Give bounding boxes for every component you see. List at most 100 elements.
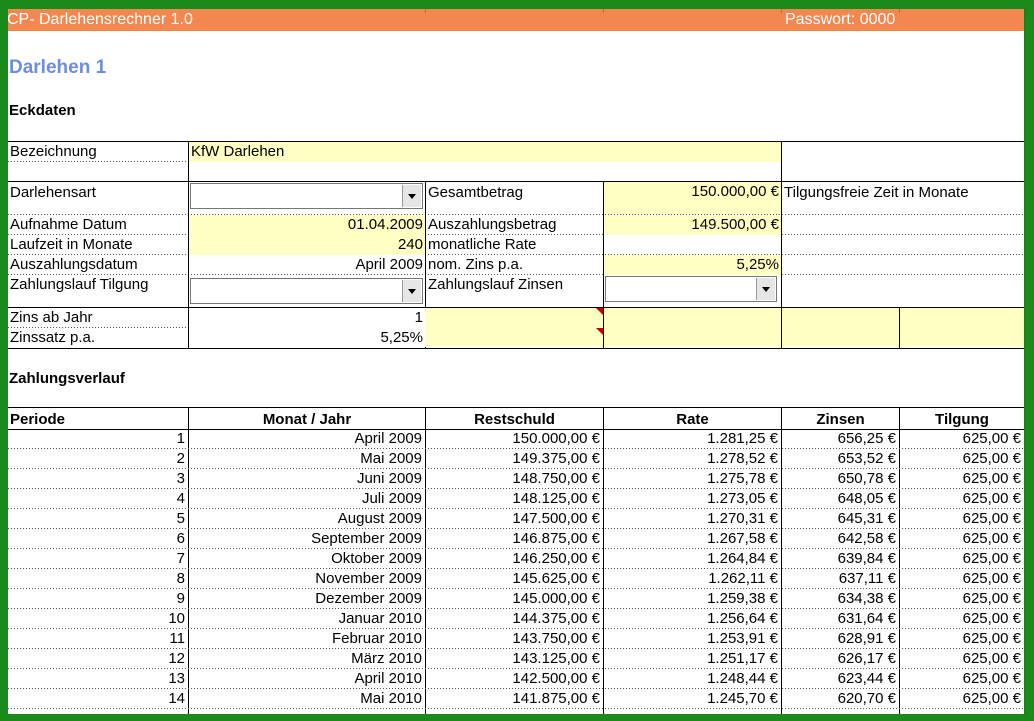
tilgung-cell[interactable]: 625,00 € [900,609,1024,629]
periode-cell[interactable]: 6 [8,529,188,549]
rate-cell[interactable]: 1.248,44 € [604,669,781,689]
rate-cell[interactable]: 1.267,58 € [604,529,781,549]
tilgung-cell[interactable]: 625,00 € [900,629,1024,649]
restschuld-cell[interactable]: 148.125,00 € [426,489,603,509]
rate-cell[interactable]: 1.264,84 € [604,549,781,569]
periode-cell[interactable]: 2 [8,449,188,469]
periode-cell[interactable]: 5 [8,509,188,529]
restschuld-cell[interactable]: 143.125,00 € [426,649,603,669]
zinssatz-value[interactable]: 5,25% [189,328,425,348]
rate-cell[interactable]: 1.253,91 € [604,629,781,649]
restschuld-cell[interactable]: 145.625,00 € [426,569,603,589]
zins-input-area[interactable] [782,308,899,347]
zinsen-cell[interactable]: 650,78 € [782,469,899,489]
restschuld-cell[interactable]: 143.750,00 € [426,629,603,649]
monat-jahr-cell[interactable]: April 2009 [189,429,425,449]
zahlungslauf-zinsen-dropdown[interactable] [605,276,777,302]
periode-cell[interactable]: 11 [8,629,188,649]
zinsen-cell[interactable]: 626,17 € [782,649,899,669]
rate-cell[interactable]: 1.256,64 € [604,609,781,629]
tilgung-cell[interactable]: 625,00 € [900,509,1024,529]
monat-jahr-cell[interactable]: September 2009 [189,529,425,549]
restschuld-cell[interactable]: 141.875,00 € [426,689,603,709]
periode-cell[interactable]: 1 [8,429,188,449]
rate-cell[interactable]: 1.259,38 € [604,589,781,609]
rate-cell[interactable]: 1.275,78 € [604,469,781,489]
periode-cell[interactable]: 3 [8,469,188,489]
rate-cell[interactable]: 1.262,11 € [604,569,781,589]
zinsen-cell[interactable]: 631,64 € [782,609,899,629]
tilgung-cell[interactable]: 625,00 € [900,649,1024,669]
restschuld-cell[interactable]: 142.500,00 € [426,669,603,689]
zahlungslauf-tilgung-dropdown[interactable] [190,278,423,304]
tilgung-cell[interactable]: 625,00 € [900,669,1024,689]
zinsen-cell[interactable]: 639,84 € [782,549,899,569]
zinsen-cell[interactable]: 648,05 € [782,489,899,509]
rate-cell[interactable]: 1.245,70 € [604,689,781,709]
monat-jahr-cell[interactable]: Juni 2009 [189,469,425,489]
zinsen-cell[interactable]: 634,38 € [782,589,899,609]
rate-cell[interactable]: 1.270,31 € [604,509,781,529]
zinsen-cell[interactable]: 653,52 € [782,449,899,469]
periode-cell[interactable]: 8 [8,569,188,589]
chevron-down-icon[interactable] [402,185,421,207]
zinsen-cell[interactable]: 620,70 € [782,689,899,709]
monat-jahr-cell[interactable]: Juli 2009 [189,489,425,509]
zinsen-cell[interactable]: 656,25 € [782,429,899,449]
auszahlungsbetrag-field[interactable]: 149.500,00 € [604,215,781,235]
darlehensart-dropdown[interactable] [190,183,423,209]
monat-jahr-cell[interactable]: November 2009 [189,569,425,589]
tilgung-cell[interactable]: 625,00 € [900,429,1024,449]
tilgung-cell[interactable]: 625,00 € [900,689,1024,709]
periode-cell[interactable]: 12 [8,649,188,669]
periode-cell[interactable]: 4 [8,489,188,509]
rate-cell[interactable]: 1.278,52 € [604,449,781,469]
restschuld-cell[interactable]: 149.375,00 € [426,449,603,469]
tilgung-cell[interactable]: 625,00 € [900,449,1024,469]
gesamtbetrag-field[interactable]: 150.000,00 € [604,182,781,214]
tilgung-cell[interactable]: 625,00 € [900,569,1024,589]
periode-cell[interactable]: 13 [8,669,188,689]
zinsen-cell[interactable]: 628,91 € [782,629,899,649]
chevron-down-icon[interactable] [402,280,421,302]
rate-cell[interactable]: 1.281,25 € [604,429,781,449]
nom-zins-field[interactable]: 5,25% [604,255,781,275]
monat-jahr-cell[interactable]: August 2009 [189,509,425,529]
tilgung-cell[interactable]: 625,00 € [900,469,1024,489]
restschuld-cell[interactable]: 145.000,00 € [426,589,603,609]
monat-jahr-cell[interactable]: März 2010 [189,649,425,669]
zinsen-cell[interactable]: 637,11 € [782,569,899,589]
bezeichnung-field[interactable]: KfW Darlehen [189,142,781,162]
tilgung-cell[interactable]: 625,00 € [900,549,1024,569]
periode-cell[interactable]: 9 [8,589,188,609]
zins-input-area[interactable] [900,308,1024,347]
monat-jahr-cell[interactable]: April 2010 [189,669,425,689]
monat-jahr-cell[interactable]: Februar 2010 [189,629,425,649]
zinsen-cell[interactable]: 623,44 € [782,669,899,689]
rate-cell[interactable]: 1.251,17 € [604,649,781,669]
zinsen-cell[interactable]: 645,31 € [782,509,899,529]
restschuld-cell[interactable]: 146.875,00 € [426,529,603,549]
periode-cell[interactable]: 7 [8,549,188,569]
periode-cell[interactable]: 10 [8,609,188,629]
zinsen-cell[interactable]: 642,58 € [782,529,899,549]
restschuld-cell[interactable]: 150.000,00 € [426,429,603,449]
restschuld-cell[interactable]: 144.375,00 € [426,609,603,629]
tilgung-cell[interactable]: 625,00 € [900,529,1024,549]
monat-jahr-cell[interactable]: Mai 2010 [189,689,425,709]
restschuld-cell[interactable]: 148.750,00 € [426,469,603,489]
tilgung-cell[interactable]: 625,00 € [900,589,1024,609]
monat-jahr-cell[interactable]: Mai 2009 [189,449,425,469]
monat-jahr-cell[interactable]: Oktober 2009 [189,549,425,569]
periode-cell[interactable]: 14 [8,689,188,709]
zins-ab-jahr-value[interactable]: 1 [189,308,425,328]
aufnahme-datum-field[interactable]: 01.04.2009 [189,215,425,235]
monat-jahr-cell[interactable]: Dezember 2009 [189,589,425,609]
chevron-down-icon[interactable] [756,278,775,300]
monat-jahr-cell[interactable]: Januar 2010 [189,609,425,629]
zins-input-area[interactable] [604,308,781,347]
restschuld-cell[interactable]: 147.500,00 € [426,509,603,529]
rate-cell[interactable]: 1.273,05 € [604,489,781,509]
tilgung-cell[interactable]: 625,00 € [900,489,1024,509]
laufzeit-field[interactable]: 240 [189,235,425,255]
